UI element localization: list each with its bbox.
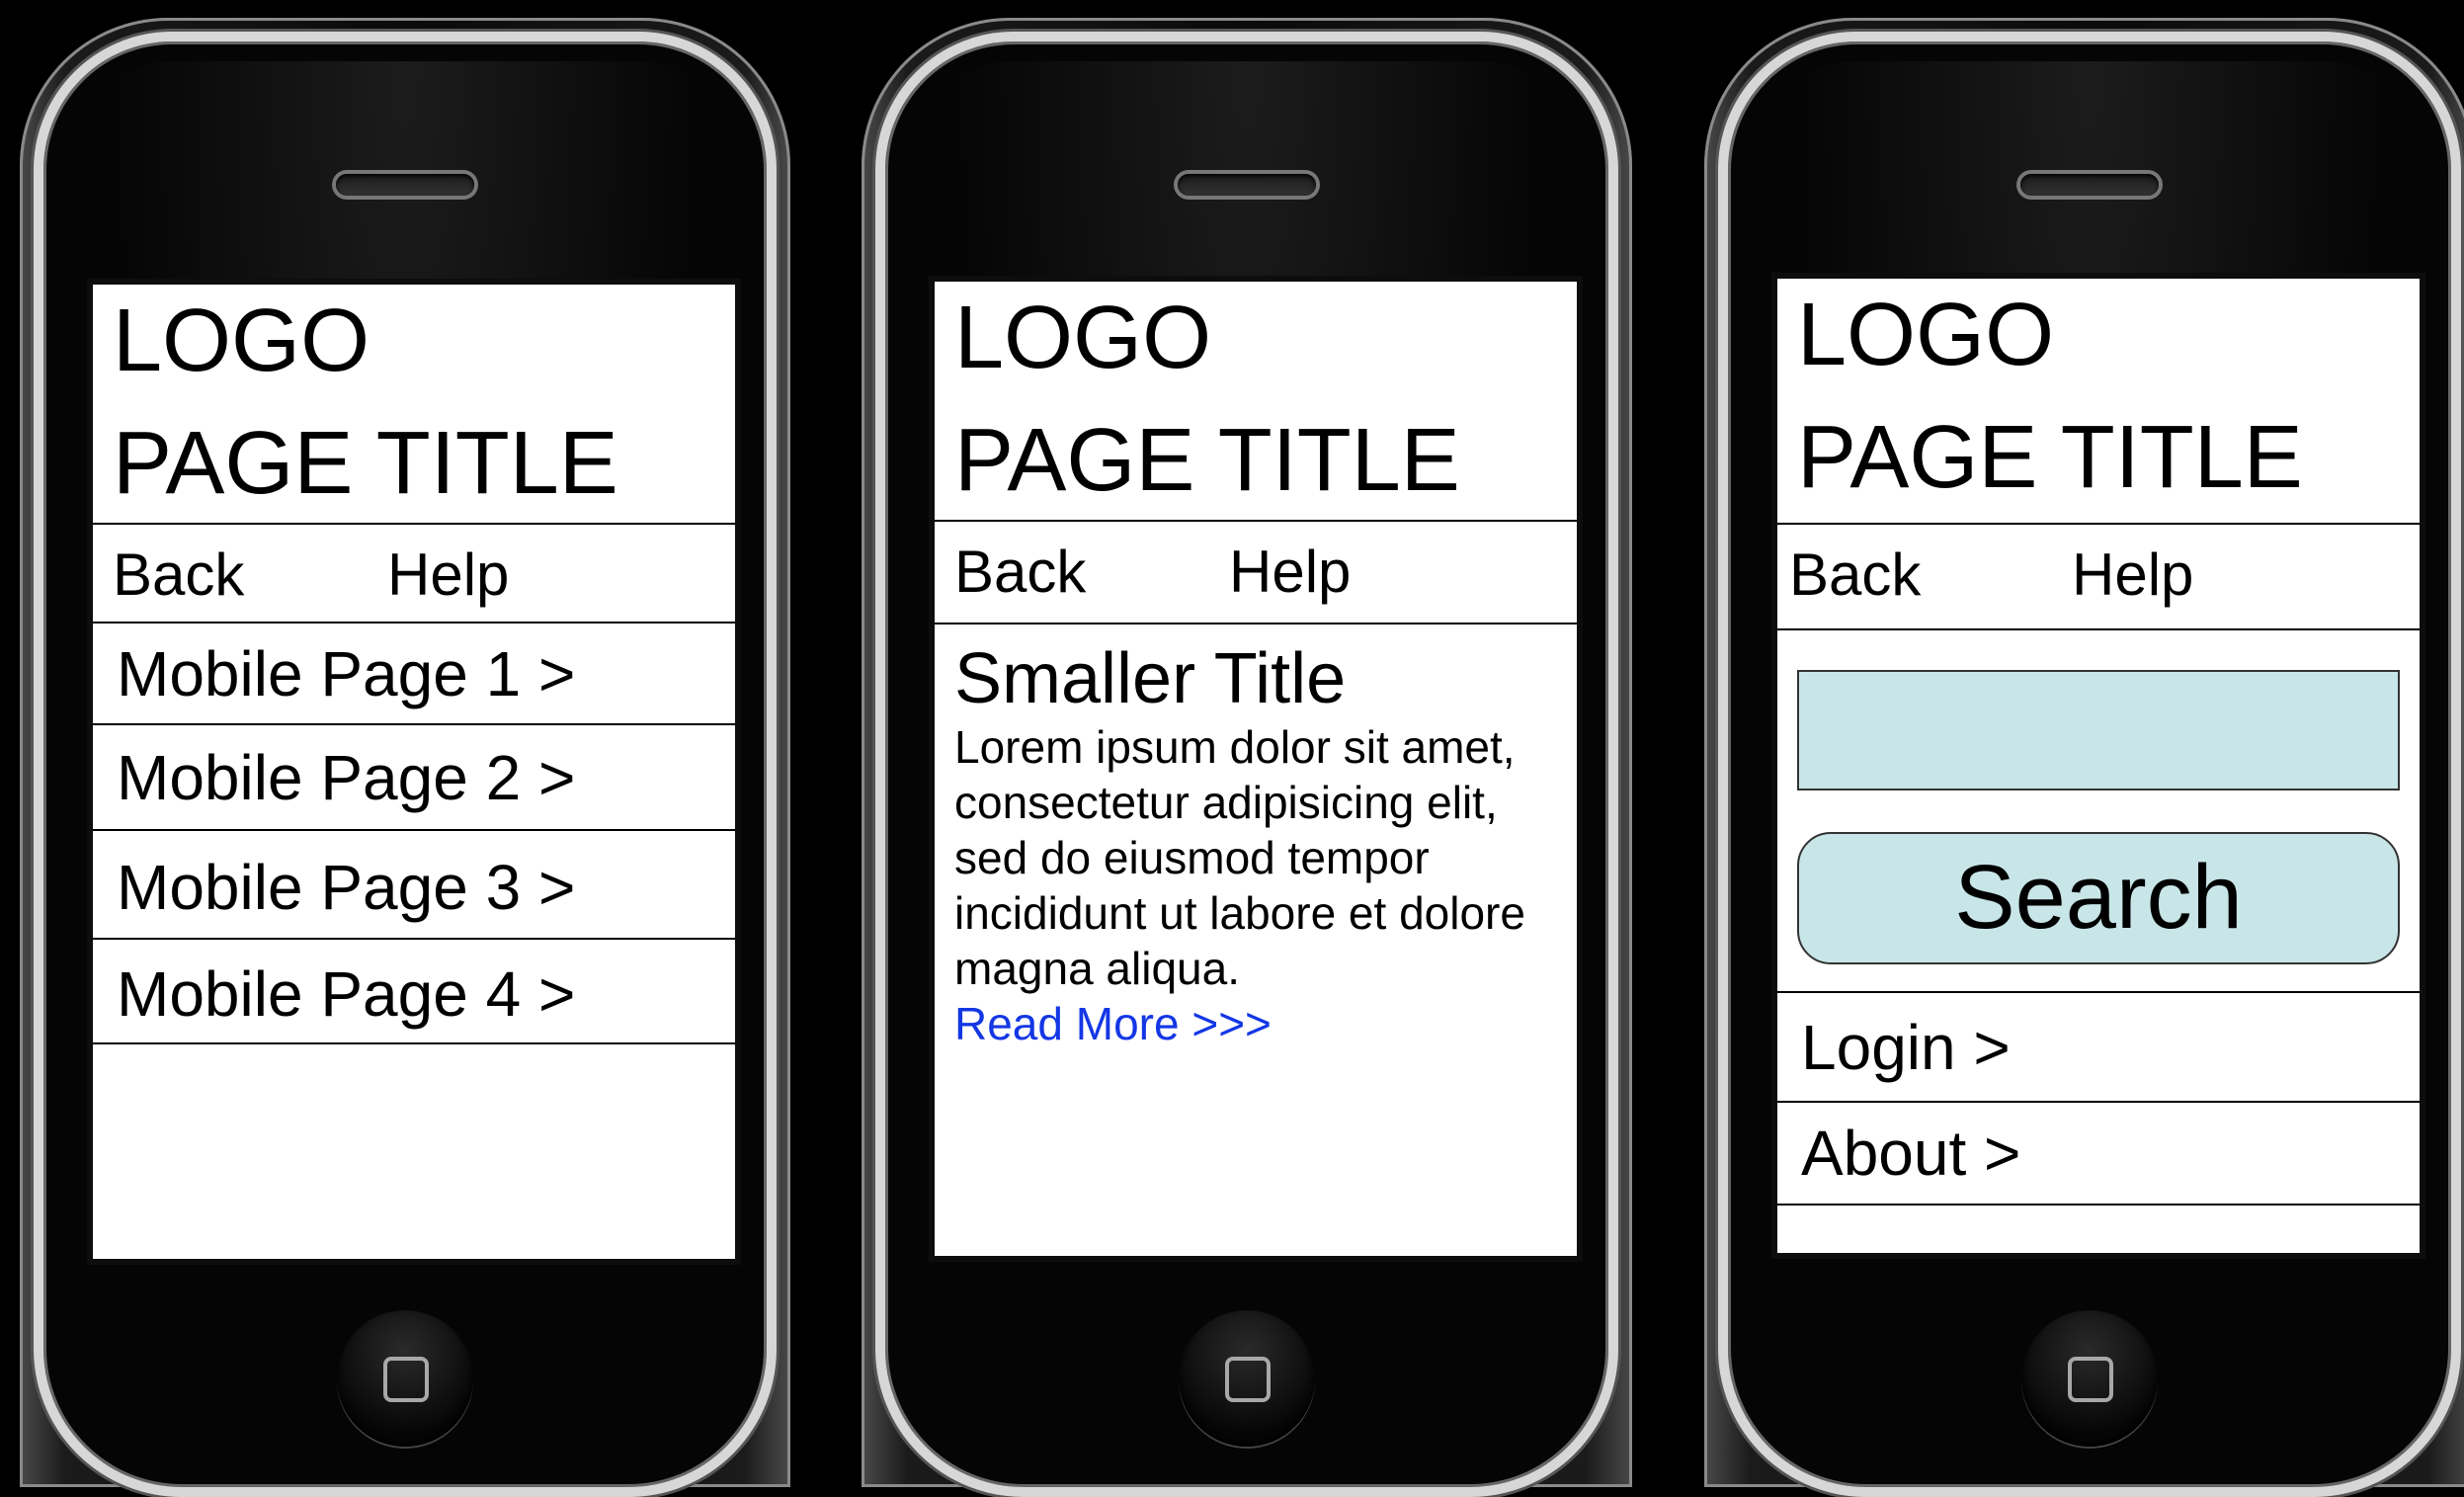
home-button-icon[interactable] (2021, 1310, 2158, 1447)
search-input[interactable] (1797, 670, 2400, 790)
menu-item-mobile-page-2[interactable]: Mobile Page 2 > (93, 725, 735, 831)
article: Smaller Title Lorem ipsum dolor sit amet… (935, 624, 1577, 1051)
logo[interactable]: LOGO (954, 282, 1577, 382)
screen: LOGO PAGE TITLE Back Help Search Login >… (1777, 279, 2420, 1253)
help-link[interactable]: Help (1229, 538, 1351, 606)
phone-3: LOGO PAGE TITLE Back Help Search Login >… (1704, 18, 2464, 1497)
search-area: Search (1777, 630, 2420, 993)
home-button-icon[interactable] (337, 1310, 473, 1447)
logo[interactable]: LOGO (113, 285, 735, 385)
nav-bar: Back Help (93, 525, 735, 624)
header: LOGO PAGE TITLE (1777, 279, 2420, 525)
help-link[interactable]: Help (387, 541, 509, 609)
home-button-icon[interactable] (1179, 1310, 1315, 1447)
nav-bar: Back Help (1777, 525, 2420, 630)
page-title: PAGE TITLE (113, 414, 618, 513)
login-link[interactable]: Login > (1777, 993, 2420, 1103)
phone-2: LOGO PAGE TITLE Back Help Smaller Title … (862, 18, 1632, 1497)
read-more-link[interactable]: Read More >>> (954, 996, 1577, 1051)
home-square-icon (383, 1357, 429, 1402)
logo[interactable]: LOGO (1797, 279, 2420, 379)
screen: LOGO PAGE TITLE Back Help Smaller Title … (935, 282, 1577, 1256)
screen: LOGO PAGE TITLE Back Help Mobile Page 1 … (93, 285, 735, 1259)
article-title: Smaller Title (954, 639, 1347, 718)
help-link[interactable]: Help (2072, 541, 2193, 609)
page-title: PAGE TITLE (1797, 408, 2303, 507)
back-link[interactable]: Back (113, 541, 244, 609)
search-button[interactable]: Search (1797, 832, 2400, 964)
speaker-grille-icon (336, 174, 474, 196)
article-body: Lorem ipsum dolor sit amet, consectetur … (954, 721, 1525, 994)
phone-1: LOGO PAGE TITLE Back Help Mobile Page 1 … (20, 18, 790, 1497)
header: LOGO PAGE TITLE (93, 285, 735, 525)
menu-item-mobile-page-3[interactable]: Mobile Page 3 > (93, 831, 735, 940)
speaker-grille-icon (2020, 174, 2159, 196)
speaker-grille-icon (1178, 174, 1316, 196)
back-link[interactable]: Back (1789, 541, 1921, 609)
home-square-icon (2068, 1357, 2113, 1402)
header: LOGO PAGE TITLE (935, 282, 1577, 522)
nav-bar: Back Help (935, 522, 1577, 624)
back-link[interactable]: Back (954, 538, 1086, 606)
menu-item-mobile-page-4[interactable]: Mobile Page 4 > (93, 940, 735, 1044)
home-square-icon (1225, 1357, 1271, 1402)
page-title: PAGE TITLE (954, 411, 1460, 510)
about-link[interactable]: About > (1777, 1103, 2420, 1206)
menu-item-mobile-page-1[interactable]: Mobile Page 1 > (93, 624, 735, 725)
